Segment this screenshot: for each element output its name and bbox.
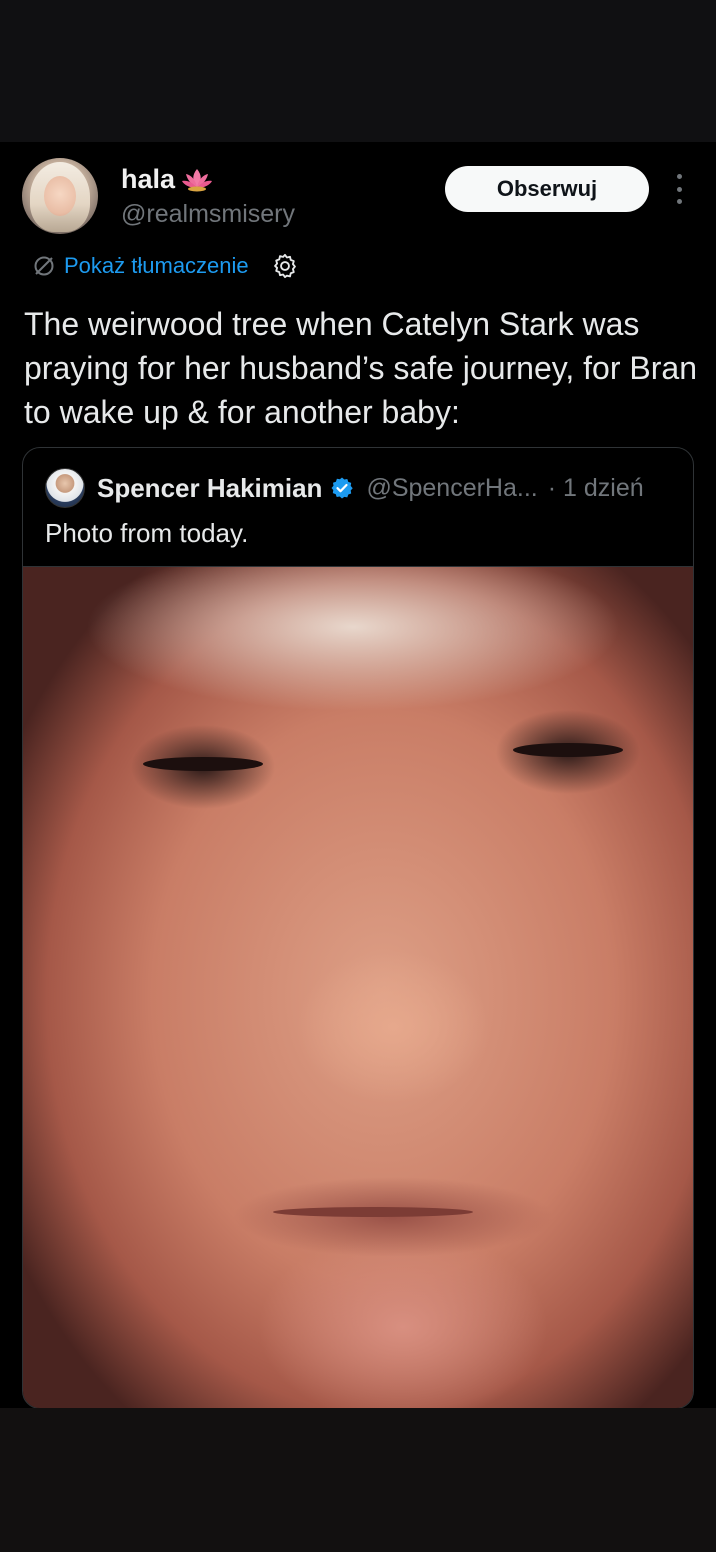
author-name[interactable]: hala: [121, 164, 213, 195]
lotus-icon: [182, 168, 213, 191]
avatar-face: [44, 176, 76, 216]
gear-icon[interactable]: [271, 252, 299, 280]
quoted-post-header: Spencer Hakimian @SpencerHa... · 1 dzień: [45, 468, 675, 508]
quoted-author-name[interactable]: Spencer Hakimian: [97, 473, 322, 504]
translate-icon: [34, 256, 54, 276]
quoted-photo[interactable]: [23, 566, 693, 1408]
avatar[interactable]: [22, 158, 98, 234]
bottom-area: [0, 1408, 716, 1552]
show-translation-label: Pokaż tłumaczenie: [64, 253, 249, 278]
follow-button[interactable]: Obserwuj: [445, 166, 649, 212]
quoted-author-handle[interactable]: @SpencerHa...: [366, 474, 537, 503]
quoted-post[interactable]: Spencer Hakimian @SpencerHa... · 1 dzień…: [22, 447, 694, 1409]
quoted-post-text: Photo from today.: [45, 518, 249, 548]
post-text: The weirwood tree when Catelyn Stark was…: [24, 306, 697, 430]
quoted-avatar[interactable]: [45, 468, 85, 508]
post[interactable]: hala @realmsmisery Obserwuj Pokaż tłumac…: [0, 142, 716, 1409]
photo-eye-left: [143, 757, 263, 771]
author-name-text: hala: [121, 164, 176, 194]
photo-mouth: [273, 1207, 473, 1217]
verified-badge-icon: [331, 477, 354, 499]
more-options-icon[interactable]: [668, 174, 690, 204]
author-handle[interactable]: @realmsmisery: [121, 200, 295, 229]
translate-row: Pokaż tłumaczenie: [32, 250, 299, 282]
status-area: [0, 0, 716, 142]
quoted-timestamp[interactable]: · 1 dzień: [548, 474, 644, 503]
show-translation-link[interactable]: Pokaż tłumaczenie: [32, 253, 249, 279]
photo-eye-right: [513, 743, 623, 757]
